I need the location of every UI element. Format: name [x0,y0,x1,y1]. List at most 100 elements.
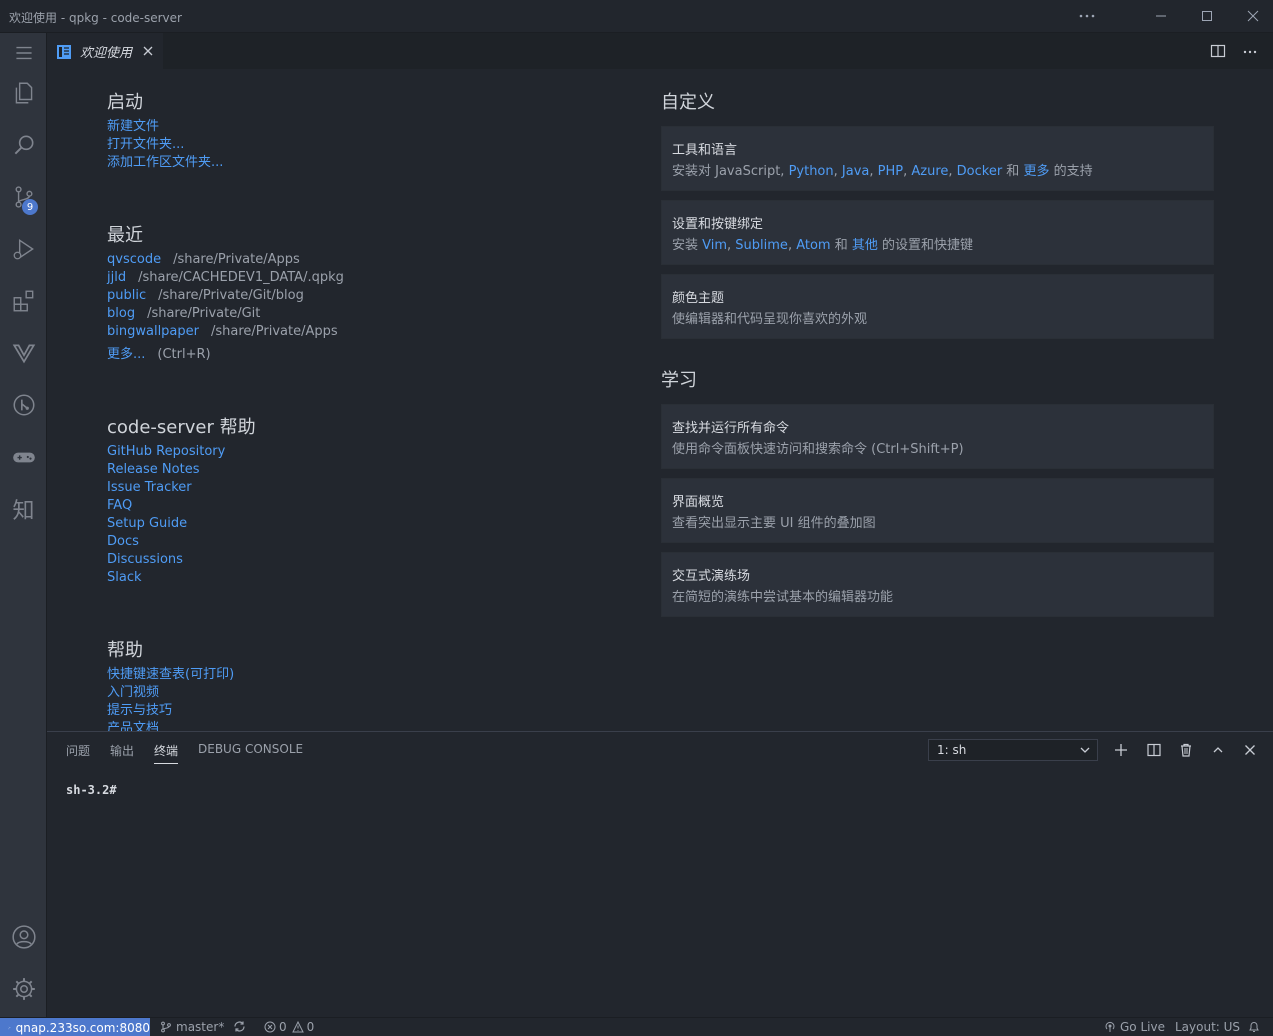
gamepad-icon[interactable] [0,437,47,477]
intro-videos-link[interactable]: 入门视频 [107,684,159,702]
new-file-link[interactable]: 新建文件 [107,118,159,136]
docker-link[interactable]: Docker [957,164,1003,179]
maximize-panel-icon[interactable] [1208,740,1228,760]
interactive-playground-card[interactable]: 交互式演练场 在简短的演练中尝试基本的编辑器功能 [661,552,1214,617]
account-icon[interactable] [0,917,47,957]
split-editor-icon[interactable] [1210,43,1226,63]
zhihu-icon[interactable]: 知 [0,489,47,529]
interface-overview-card[interactable]: 界面概览 查看突出显示主要 UI 组件的叠加图 [661,478,1214,543]
branch-indicator[interactable]: master* [160,1020,224,1034]
explorer-icon[interactable] [0,73,47,113]
tab-problems[interactable]: 问题 [66,742,90,759]
branch-name: master* [176,1020,225,1034]
menu-icon[interactable] [0,33,47,73]
terminal-prompt[interactable]: sh-3.2# [66,783,117,797]
active-tab-indicator [154,763,178,764]
error-icon [264,1021,276,1033]
command-palette-card[interactable]: 查找并运行所有命令 使用命令面板快速访问和搜索命令 (Ctrl+Shift+P) [661,404,1214,469]
recent-path: /share/Private/Git/blog [158,288,304,303]
docs-link[interactable]: Docs [107,533,139,551]
card-desc: 安装对 JavaScript, Python, Java, PHP, Azure… [672,164,1093,179]
run-debug-icon[interactable] [0,229,47,269]
other-keymaps-link[interactable]: 其他 [852,238,878,253]
remote-indicator[interactable]: qnap.233so.com:8080 [0,1018,150,1036]
git-branch-icon [161,1021,171,1033]
close-panel-icon[interactable] [1240,740,1260,760]
recent-name[interactable]: bingwallpaper [107,324,199,339]
python-link[interactable]: Python [789,164,834,179]
tips-tricks-link[interactable]: 提示与技巧 [107,702,172,720]
settings-keybindings-card[interactable]: 设置和按键绑定 安装 Vim, Sublime, Atom 和 其他 的设置和快… [661,200,1214,265]
more-languages-link[interactable]: 更多 [1023,164,1049,179]
tab-label: 欢迎使用 [80,46,133,61]
tab-output[interactable]: 输出 [110,742,134,759]
settings-gear-icon[interactable] [0,969,47,1009]
slack-link[interactable]: Slack [107,569,142,587]
help-heading: 帮助 [107,640,143,661]
status-bar: qnap.233so.com:8080 master* 0 0 Go Live … [0,1017,1273,1036]
card-title: 界面概览 [672,495,725,510]
git-graph-icon[interactable] [0,385,47,425]
more-actions-icon[interactable] [1067,0,1107,32]
tab-welcome[interactable]: 欢迎使用 [47,33,163,69]
window-title: 欢迎使用 - qpkg - code-server [9,11,182,25]
close-icon[interactable] [140,43,156,59]
search-icon[interactable] [0,125,47,165]
close-window-icon[interactable] [1233,0,1273,32]
add-workspace-folder-link[interactable]: 添加工作区文件夹... [107,154,223,172]
recent-item: jjld/share/CACHEDEV1_DATA/.qpkg [107,269,344,287]
editor-more-icon[interactable] [1242,43,1258,63]
java-link[interactable]: Java [842,164,869,179]
issue-tracker-link[interactable]: Issue Tracker [107,479,192,497]
open-folder-link[interactable]: 打开文件夹... [107,136,184,154]
welcome-page-icon [57,44,71,59]
card-title: 查找并运行所有命令 [672,421,790,436]
product-docs-link[interactable]: 产品文档 [107,720,159,731]
vim-link[interactable]: Vim [702,238,727,253]
minimize-icon[interactable] [1141,0,1181,32]
tab-debug-console[interactable]: DEBUG CONSOLE [198,742,303,756]
recent-path: /share/CACHEDEV1_DATA/.qpkg [138,270,344,285]
activity-bar: 9 知 [0,33,47,1017]
problems-indicator[interactable]: 0 0 [264,1020,314,1034]
php-link[interactable]: PHP [878,164,903,179]
color-theme-card[interactable]: 颜色主题 使编辑器和代码呈现你喜欢的外观 [661,274,1214,339]
faq-link[interactable]: FAQ [107,497,132,515]
github-repository-link[interactable]: GitHub Repository [107,443,225,461]
recent-name[interactable]: qvscode [107,252,161,267]
recent-name[interactable]: blog [107,306,135,321]
tools-languages-card[interactable]: 工具和语言 安装对 JavaScript, Python, Java, PHP,… [661,126,1214,191]
more-recent-link[interactable]: 更多... [107,347,145,362]
sync-icon[interactable] [233,1020,246,1033]
remote-host: qnap.233so.com:8080 [15,1020,150,1035]
go-live-button[interactable]: Go Live [1104,1020,1165,1034]
sublime-link[interactable]: Sublime [735,238,788,253]
azure-link[interactable]: Azure [911,164,948,179]
maximize-icon[interactable] [1187,0,1227,32]
welcome-page: 启动 新建文件 打开文件夹... 添加工作区文件夹... 最近 qvscode /… [47,69,1273,731]
discussions-link[interactable]: Discussions [107,551,183,569]
recent-name[interactable]: jjld [107,270,126,285]
atom-link[interactable]: Atom [796,238,830,253]
card-title: 设置和按键绑定 [672,217,764,232]
tab-terminal[interactable]: 终端 [154,742,178,759]
keyboard-layout[interactable]: Layout: US [1175,1020,1240,1034]
new-terminal-icon[interactable] [1111,740,1131,760]
recent-item: blog/share/Private/Git [107,305,260,323]
recent-item: public/share/Private/Git/blog [107,287,304,305]
release-notes-link[interactable]: Release Notes [107,461,199,479]
remote-icon [8,1026,11,1029]
trash-icon[interactable] [1176,740,1196,760]
notification-bell-icon[interactable] [1248,1020,1260,1033]
keybinding-cheatsheet-link[interactable]: 快捷键速查表(可打印) [107,666,234,684]
vue-icon[interactable] [0,333,47,373]
card-desc: 安装 Vim, Sublime, Atom 和 其他 的设置和快捷键 [672,238,974,253]
extensions-icon[interactable] [0,281,47,321]
recent-more: 更多... (Ctrl+R) [107,346,211,364]
setup-guide-link[interactable]: Setup Guide [107,515,187,533]
split-terminal-icon[interactable] [1144,740,1164,760]
source-control-icon[interactable]: 9 [0,177,47,217]
recent-name[interactable]: public [107,288,146,303]
chevron-down-icon [1079,742,1091,762]
terminal-select[interactable]: 1: sh [928,739,1098,761]
